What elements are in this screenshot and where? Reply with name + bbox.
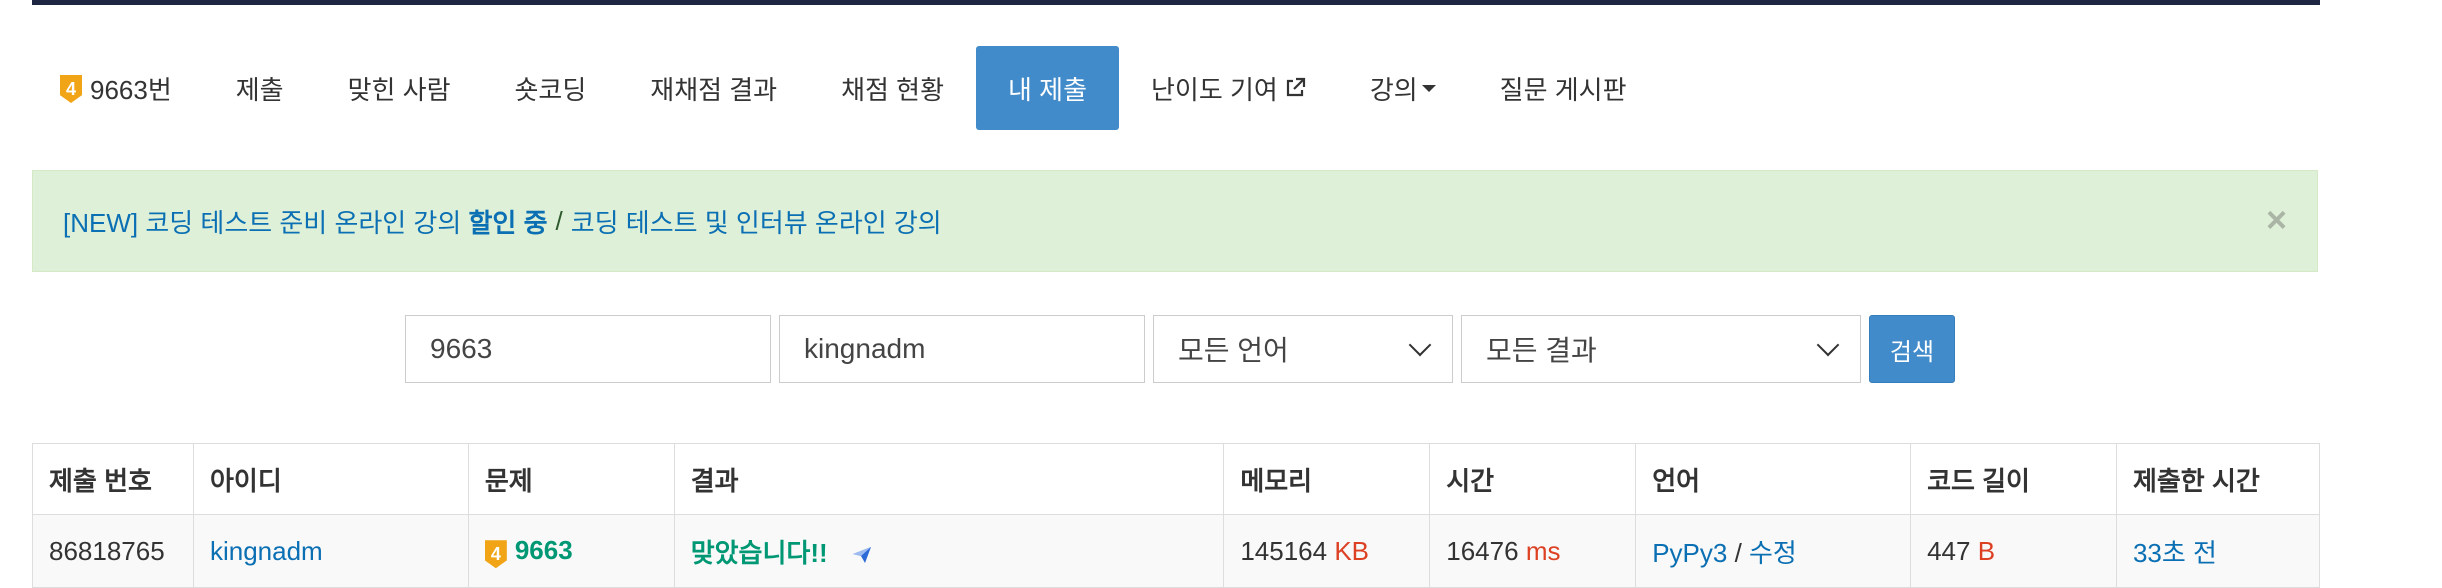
language-cell: PyPy3 / 수정 [1635, 514, 1912, 588]
table-row: 86818765 kingnadm 4 9663 맞았습니다!! 145164 K… [32, 514, 2321, 588]
tier-badge-icon: 4 [60, 75, 82, 103]
col-header: 시간 [1429, 443, 1637, 515]
nav-difficulty[interactable]: 난이도 기여 [1119, 46, 1338, 130]
language-select[interactable]: 모든 언어 [1153, 315, 1453, 383]
promo-link-lecture[interactable]: [NEW] 코딩 테스트 준비 온라인 강의 할인 중 [63, 203, 547, 240]
result-select[interactable]: 모든 결과 [1461, 315, 1861, 383]
col-header: 코드 길이 [1910, 443, 2117, 515]
code-length-value: 447 [1927, 535, 1971, 566]
promo-discount: 할인 중 [468, 207, 548, 238]
nav-lecture-dropdown[interactable]: 강의 [1338, 46, 1468, 130]
promo-separator: / [555, 205, 563, 236]
submitted-time-cell: 33초 전 [2115, 514, 2321, 588]
language-link[interactable]: PyPy3 [1652, 538, 1727, 568]
user-id-input[interactable]: kingnadm [779, 315, 1145, 383]
col-header: 문제 [467, 443, 675, 515]
nav-lecture-label: 강의 [1369, 74, 1418, 105]
search-button[interactable]: 검색 [1869, 315, 1955, 383]
problem-cell: 4 9663 [467, 514, 675, 588]
col-header: 결과 [673, 443, 1225, 515]
nav-submit[interactable]: 제출 [204, 46, 316, 130]
problem-nav: 4 9663번 제출 맞힌 사람 숏코딩 재채점 결과 채점 현황 내 제출 난… [32, 46, 1659, 130]
search-form: 9663 kingnadm 모든 언어 모든 결과 검색 [405, 315, 1955, 383]
nav-difficulty-label: 난이도 기여 [1151, 74, 1278, 105]
external-link-icon [1286, 77, 1305, 97]
memory-value: 145164 [1240, 535, 1328, 566]
language-select-value: 모든 언어 [1178, 335, 1289, 366]
user-link[interactable]: kingnadm [210, 536, 323, 566]
submitted-time[interactable]: 33초 전 [2133, 538, 2217, 568]
nav-status[interactable]: 채점 현황 [809, 46, 976, 130]
user-link-cell: kingnadm [192, 514, 469, 588]
nav-board[interactable]: 질문 게시판 [1468, 46, 1659, 130]
promo-alert: [NEW] 코딩 테스트 준비 온라인 강의 할인 중 / 코딩 테스트 및 인… [32, 170, 2318, 272]
col-header: 아이디 [192, 443, 469, 515]
top-border [32, 0, 2320, 5]
status-table: 제출 번호 아이디 문제 결과 메모리 시간 언어 코드 길이 제출한 시간 8… [32, 443, 2321, 588]
caret-down-icon [1421, 84, 1436, 92]
nav-solvers[interactable]: 맞힌 사람 [316, 46, 483, 130]
col-header: 제출 번호 [32, 443, 194, 515]
promo-link-interview[interactable]: 코딩 테스트 및 인터뷰 온라인 강의 [571, 203, 942, 240]
edit-link[interactable]: 수정 [1749, 538, 1797, 568]
result-cell: 맞았습니다!! [673, 514, 1225, 588]
promo-text: [NEW] 코딩 테스트 준비 온라인 강의 [63, 207, 469, 238]
nav-rejudge[interactable]: 재채점 결과 [618, 46, 809, 130]
time-value: 16476 [1446, 535, 1519, 566]
chevron-down-icon [1816, 333, 1840, 357]
memory-unit: KB [1334, 535, 1370, 566]
tier-badge-icon: 4 [484, 540, 507, 569]
code-length-cell: 447 B [1910, 514, 2117, 588]
result-text: 맞았습니다!! [690, 537, 828, 568]
share-icon[interactable] [851, 545, 873, 565]
code-length-unit: B [1977, 535, 1996, 566]
col-header: 언어 [1635, 443, 1912, 515]
problem-link[interactable]: 9663 [515, 535, 573, 565]
nav-problem[interactable]: 4 9663번 [32, 46, 204, 130]
close-icon[interactable]: × [2266, 199, 2287, 241]
result-select-value: 모든 결과 [1486, 335, 1597, 366]
time-cell: 16476 ms [1429, 514, 1637, 588]
problem-id-input[interactable]: 9663 [405, 315, 771, 383]
nav-my-submit[interactable]: 내 제출 [976, 46, 1119, 130]
nav-shortcoding[interactable]: 숏코딩 [483, 46, 619, 130]
nav-problem-label: 9663번 [90, 74, 172, 105]
submission-id: 86818765 [32, 514, 194, 588]
memory-cell: 145164 KB [1223, 514, 1431, 588]
table-header-row: 제출 번호 아이디 문제 결과 메모리 시간 언어 코드 길이 제출한 시간 [32, 443, 2321, 515]
time-unit: ms [1525, 535, 1561, 566]
chevron-down-icon [1408, 333, 1432, 357]
language-separator: / [1727, 537, 1750, 568]
col-header: 메모리 [1223, 443, 1431, 515]
col-header: 제출한 시간 [2115, 443, 2321, 515]
